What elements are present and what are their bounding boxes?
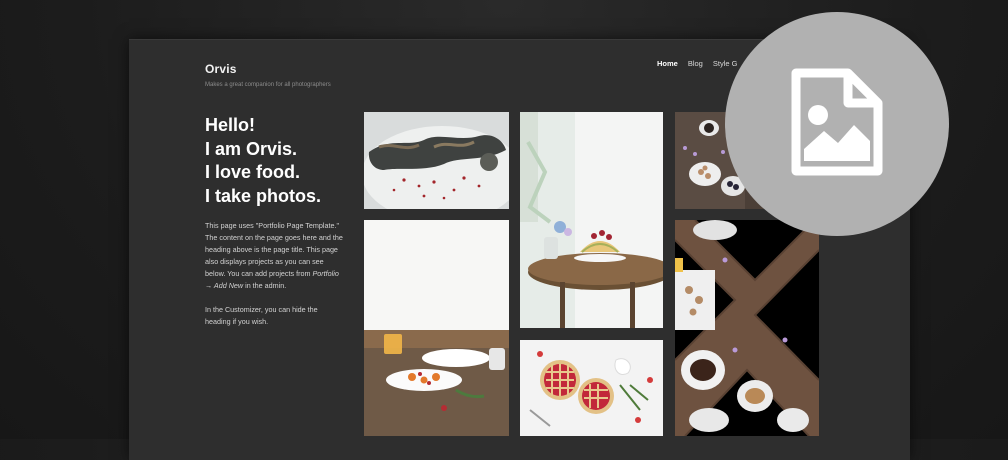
hero-line: I love food. — [205, 162, 301, 182]
portfolio-item-melon-table[interactable] — [520, 112, 663, 328]
portfolio-item-breakfast[interactable] — [364, 220, 509, 436]
portfolio-item-pies[interactable] — [520, 340, 663, 436]
primary-nav: Home Blog Style G — [657, 59, 737, 68]
page-title: Hello! I am Orvis. I love food. I take p… — [205, 114, 321, 208]
site-title[interactable]: Orvis — [205, 62, 331, 76]
portfolio-item-oysters[interactable] — [364, 112, 509, 209]
portfolio-item-wood-table[interactable] — [675, 220, 819, 436]
hero-line: I take photos. — [205, 185, 322, 206]
nav-item-style-guide[interactable]: Style G — [713, 59, 738, 68]
page-intro: This page uses "Portfolio Page Template.… — [205, 220, 345, 340]
nav-item-blog[interactable]: Blog — [688, 59, 703, 68]
hero-line: I am Orvis. — [205, 138, 298, 159]
hero-line: Hello! — [205, 115, 256, 135]
site-tagline: Makes a great companion for all photogra… — [205, 82, 331, 88]
intro-paragraph: This page uses "Portfolio Page Template.… — [205, 221, 343, 290]
nav-item-home[interactable]: Home — [657, 59, 678, 68]
image-file-icon — [790, 67, 884, 182]
site-branding: Orvis Makes a great companion for all ph… — [205, 62, 331, 88]
image-placeholder-badge — [725, 12, 949, 236]
intro-paragraph-customizer: In the Customizer, you can hide the head… — [205, 305, 318, 326]
